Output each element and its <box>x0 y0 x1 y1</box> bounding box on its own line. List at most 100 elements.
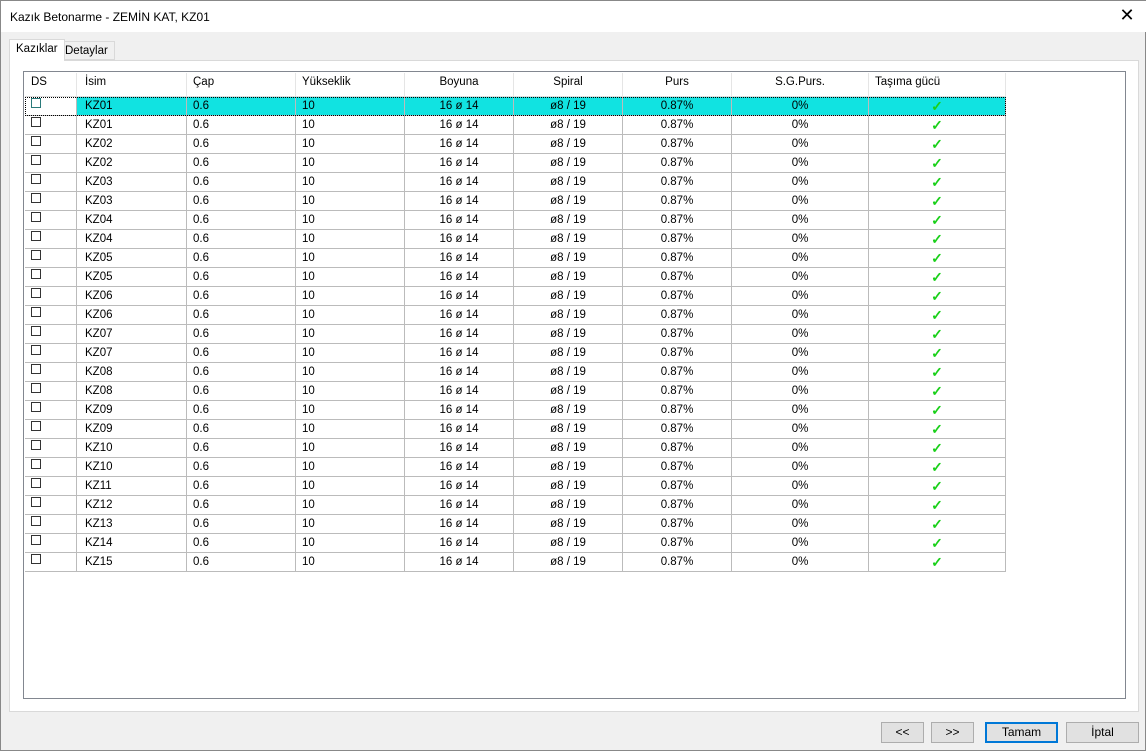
table-cell: 10 <box>296 211 405 230</box>
ds-cell <box>25 553 77 572</box>
ds-checkbox[interactable] <box>31 421 41 431</box>
table-row[interactable]: KZ08 0.6 10 16 ø 14 ø8 / 19 0.87% 0% ✓ <box>25 363 1006 382</box>
table-cell: 0.87% <box>623 553 732 572</box>
table-row[interactable]: KZ13 0.6 10 16 ø 14 ø8 / 19 0.87% 0% ✓ <box>25 515 1006 534</box>
ds-checkbox[interactable] <box>31 364 41 374</box>
cancel-button[interactable]: İptal <box>1066 722 1139 743</box>
table-row[interactable]: KZ04 0.6 10 16 ø 14 ø8 / 19 0.87% 0% ✓ <box>25 230 1006 249</box>
table-cell: 10 <box>296 420 405 439</box>
table-cell: 16 ø 14 <box>405 268 514 287</box>
column-header[interactable]: Boyuna <box>405 73 514 97</box>
table-row[interactable]: KZ15 0.6 10 16 ø 14 ø8 / 19 0.87% 0% ✓ <box>25 553 1006 572</box>
table-row[interactable]: KZ11 0.6 10 16 ø 14 ø8 / 19 0.87% 0% ✓ <box>25 477 1006 496</box>
table-row[interactable]: KZ04 0.6 10 16 ø 14 ø8 / 19 0.87% 0% ✓ <box>25 211 1006 230</box>
ds-checkbox[interactable] <box>31 478 41 488</box>
column-header[interactable]: Spiral <box>514 73 623 97</box>
capacity-cell: ✓ <box>869 344 1006 363</box>
column-header[interactable]: İsim <box>77 73 187 97</box>
table-cell: 0% <box>732 534 869 553</box>
table-row[interactable]: KZ05 0.6 10 16 ø 14 ø8 / 19 0.87% 0% ✓ <box>25 249 1006 268</box>
table-cell: 0.87% <box>623 382 732 401</box>
table-cell: 0.6 <box>187 192 296 211</box>
ds-checkbox[interactable] <box>31 269 41 279</box>
ds-checkbox[interactable] <box>31 174 41 184</box>
ds-cell <box>25 401 77 420</box>
table-cell: 0.6 <box>187 344 296 363</box>
ds-cell <box>25 477 77 496</box>
table-cell: 10 <box>296 268 405 287</box>
tab-kaziklar[interactable]: Kazıklar <box>9 39 65 61</box>
ds-cell <box>25 382 77 401</box>
table-cell: 16 ø 14 <box>405 154 514 173</box>
table-cell: 0.6 <box>187 249 296 268</box>
ds-checkbox[interactable] <box>31 307 41 317</box>
ds-checkbox[interactable] <box>31 98 41 108</box>
table-cell: ø8 / 19 <box>514 116 623 135</box>
column-header[interactable]: Taşıma gücü <box>869 73 1006 97</box>
ok-button[interactable]: Tamam <box>985 722 1058 743</box>
ds-checkbox[interactable] <box>31 212 41 222</box>
table-row[interactable]: KZ14 0.6 10 16 ø 14 ø8 / 19 0.87% 0% ✓ <box>25 534 1006 553</box>
table-cell: 0.87% <box>623 515 732 534</box>
ds-checkbox[interactable] <box>31 402 41 412</box>
table-cell: 10 <box>296 306 405 325</box>
ds-cell <box>25 268 77 287</box>
column-header[interactable]: Çap <box>187 73 296 97</box>
ds-checkbox[interactable] <box>31 459 41 469</box>
capacity-cell: ✓ <box>869 325 1006 344</box>
table-row[interactable]: KZ01 0.6 10 16 ø 14 ø8 / 19 0.87% 0% ✓ <box>25 97 1006 116</box>
next-button[interactable]: >> <box>931 722 974 743</box>
column-header[interactable]: Purs <box>623 73 732 97</box>
capacity-cell: ✓ <box>869 97 1006 116</box>
piles-table: DS İsim Çap Yükseklik Boyuna Spiral Purs S.G.Pu… <box>23 71 1126 699</box>
close-icon[interactable]: ✕ <box>1117 5 1137 26</box>
table-row[interactable]: KZ05 0.6 10 16 ø 14 ø8 / 19 0.87% 0% ✓ <box>25 268 1006 287</box>
ds-checkbox[interactable] <box>31 516 41 526</box>
ds-checkbox[interactable] <box>31 193 41 203</box>
tab-detaylar[interactable]: Detaylar <box>58 41 115 60</box>
table-row[interactable]: KZ12 0.6 10 16 ø 14 ø8 / 19 0.87% 0% ✓ <box>25 496 1006 515</box>
table-row[interactable]: KZ03 0.6 10 16 ø 14 ø8 / 19 0.87% 0% ✓ <box>25 173 1006 192</box>
table-row[interactable]: KZ10 0.6 10 16 ø 14 ø8 / 19 0.87% 0% ✓ <box>25 458 1006 477</box>
table-cell: 10 <box>296 192 405 211</box>
ds-checkbox[interactable] <box>31 497 41 507</box>
previous-button[interactable]: << <box>881 722 924 743</box>
ds-checkbox[interactable] <box>31 231 41 241</box>
ds-checkbox[interactable] <box>31 554 41 564</box>
table-row[interactable]: KZ06 0.6 10 16 ø 14 ø8 / 19 0.87% 0% ✓ <box>25 306 1006 325</box>
table-cell: ø8 / 19 <box>514 534 623 553</box>
ds-checkbox[interactable] <box>31 345 41 355</box>
ds-checkbox[interactable] <box>31 250 41 260</box>
table-cell: 10 <box>296 382 405 401</box>
table-row[interactable]: KZ09 0.6 10 16 ø 14 ø8 / 19 0.87% 0% ✓ <box>25 401 1006 420</box>
table-row[interactable]: KZ07 0.6 10 16 ø 14 ø8 / 19 0.87% 0% ✓ <box>25 325 1006 344</box>
table-cell: 16 ø 14 <box>405 97 514 116</box>
ds-checkbox[interactable] <box>31 535 41 545</box>
ds-checkbox[interactable] <box>31 383 41 393</box>
table-row[interactable]: KZ10 0.6 10 16 ø 14 ø8 / 19 0.87% 0% ✓ <box>25 439 1006 458</box>
table-row[interactable]: KZ07 0.6 10 16 ø 14 ø8 / 19 0.87% 0% ✓ <box>25 344 1006 363</box>
ds-checkbox[interactable] <box>31 117 41 127</box>
ds-checkbox[interactable] <box>31 136 41 146</box>
ds-cell <box>25 230 77 249</box>
table-row[interactable]: KZ01 0.6 10 16 ø 14 ø8 / 19 0.87% 0% ✓ <box>25 116 1006 135</box>
table-cell: 10 <box>296 173 405 192</box>
ds-checkbox[interactable] <box>31 288 41 298</box>
table-row[interactable]: KZ09 0.6 10 16 ø 14 ø8 / 19 0.87% 0% ✓ <box>25 420 1006 439</box>
column-header[interactable]: DS <box>25 73 77 97</box>
table-row[interactable]: KZ02 0.6 10 16 ø 14 ø8 / 19 0.87% 0% ✓ <box>25 135 1006 154</box>
table-row[interactable]: KZ02 0.6 10 16 ø 14 ø8 / 19 0.87% 0% ✓ <box>25 154 1006 173</box>
table-cell: ø8 / 19 <box>514 135 623 154</box>
table-row[interactable]: KZ06 0.6 10 16 ø 14 ø8 / 19 0.87% 0% ✓ <box>25 287 1006 306</box>
ds-checkbox[interactable] <box>31 155 41 165</box>
ds-checkbox[interactable] <box>31 440 41 450</box>
column-header[interactable]: Yükseklik <box>296 73 405 97</box>
table-row[interactable]: KZ03 0.6 10 16 ø 14 ø8 / 19 0.87% 0% ✓ <box>25 192 1006 211</box>
table-row[interactable]: KZ08 0.6 10 16 ø 14 ø8 / 19 0.87% 0% ✓ <box>25 382 1006 401</box>
column-header[interactable]: S.G.Purs. <box>732 73 869 97</box>
table-cell: KZ13 <box>77 515 187 534</box>
capacity-cell: ✓ <box>869 363 1006 382</box>
ds-checkbox[interactable] <box>31 326 41 336</box>
table-cell: KZ04 <box>77 230 187 249</box>
table-cell: 0.6 <box>187 97 296 116</box>
